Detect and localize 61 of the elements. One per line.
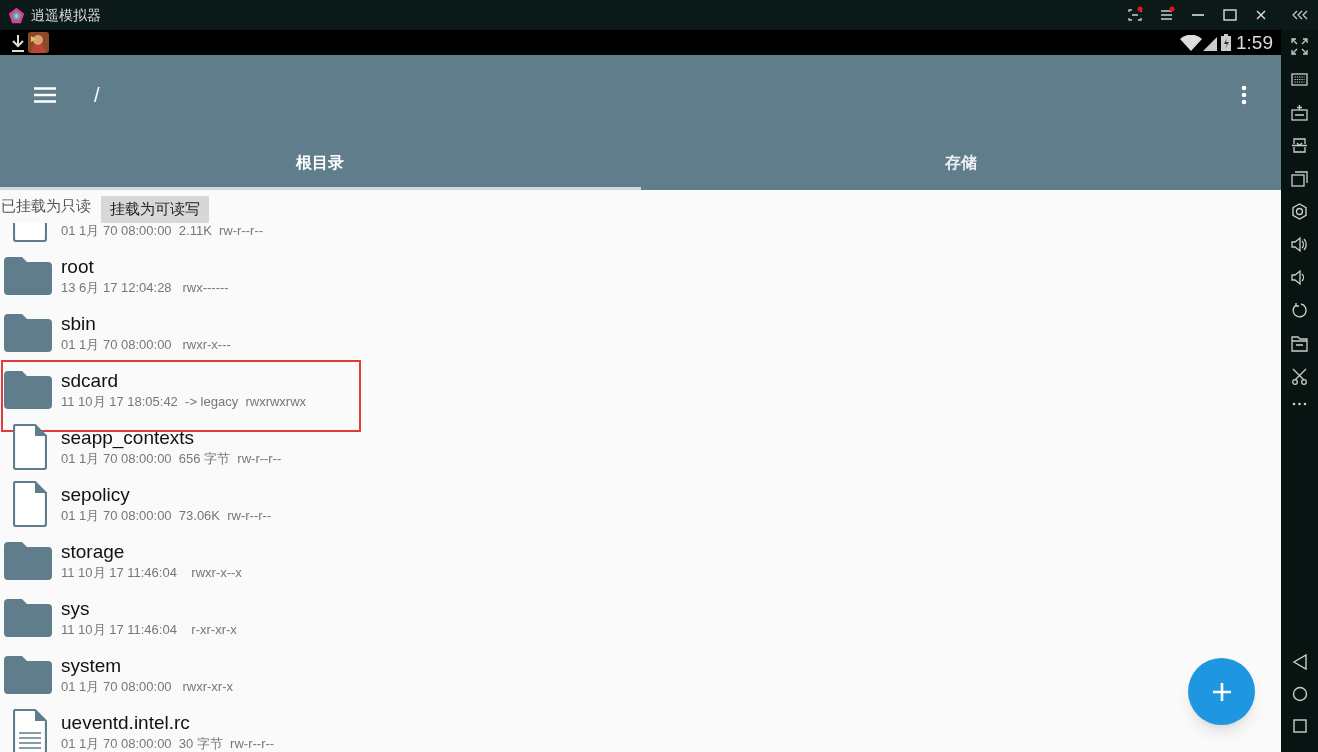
folder-icon <box>3 541 52 580</box>
install-package-icon[interactable] <box>1291 104 1308 121</box>
file-details: 11 10月 17 11:46:04 r-xr-xr-x <box>61 620 237 639</box>
file-details: 11 10月 17 11:46:04 rwxr-x--x <box>61 563 242 582</box>
scissors-icon[interactable] <box>1291 368 1308 385</box>
file-details: 01 1月 70 08:00:00 656 字节 rw-r--r-- <box>61 449 282 468</box>
more-options-icon[interactable] <box>1241 85 1247 105</box>
file-name: sys <box>61 596 91 621</box>
folder-icon <box>3 655 52 694</box>
file-name: seapp_contexts <box>61 425 196 450</box>
fullscreen-icon[interactable] <box>1291 38 1308 55</box>
file-name: sdcard <box>61 368 120 393</box>
folder-icon[interactable] <box>1291 335 1308 352</box>
add-button[interactable] <box>1188 658 1255 725</box>
file-name: sbin <box>61 311 97 336</box>
back-icon[interactable] <box>1291 654 1308 670</box>
folder-icon <box>3 256 52 295</box>
maximize-icon[interactable] <box>1222 7 1238 23</box>
folder-icon <box>3 370 52 409</box>
tab[interactable]: 存储 <box>640 135 1281 190</box>
plus-icon <box>1212 682 1231 701</box>
file-details: 01 1月 70 08:00:00 rwxr-xr-x <box>61 677 233 696</box>
file-name: root <box>61 254 95 279</box>
recent-apps-icon[interactable] <box>1291 718 1308 734</box>
file-name: system <box>61 653 123 678</box>
file-name: sepolicy <box>61 482 131 507</box>
folder-icon <box>3 313 52 352</box>
close-icon[interactable] <box>1254 8 1268 22</box>
file-details: 01 1月 70 08:00:00 30 字节 rw-r--r-- <box>61 734 275 752</box>
folder-icon <box>3 598 52 637</box>
app-logo-icon <box>8 6 25 24</box>
file-details: 01 1月 70 08:00:00 rwxr-x--- <box>61 335 231 354</box>
screenshot-icon[interactable] <box>1126 6 1144 24</box>
file-details: 11 10月 17 18:05:42 -> legacy rwxrwxrwx <box>61 392 307 411</box>
menu-icon[interactable] <box>34 87 56 103</box>
volume-up-icon[interactable] <box>1291 236 1308 253</box>
file-icon <box>12 480 47 527</box>
collapse-icon[interactable] <box>1292 9 1310 21</box>
keyboard-icon[interactable] <box>1291 71 1308 88</box>
settings-icon[interactable] <box>1291 203 1308 220</box>
file-name: ueventd.intel.rc <box>61 710 191 735</box>
file-details: 13 6月 17 12:04:28 rwx------ <box>61 278 229 297</box>
multi-window-icon[interactable] <box>1291 170 1308 187</box>
battery-icon <box>1221 34 1231 51</box>
path-title: / <box>94 83 100 108</box>
file-details: 01 1月 70 08:00:00 2.11K rw-r--r-- <box>61 223 264 240</box>
wifi-icon <box>1180 34 1202 51</box>
sync-icon[interactable] <box>1291 137 1308 154</box>
more-icon[interactable] <box>1291 401 1308 407</box>
window-title: 逍遥模拟器 <box>31 5 101 25</box>
home-icon[interactable] <box>1291 686 1308 702</box>
mount-read-write-button[interactable]: 挂载为可读写 <box>101 196 209 223</box>
app-icon <box>28 32 49 53</box>
mount-status: 已挂载为只读 <box>1 196 91 217</box>
file-details: 01 1月 70 08:00:00 73.06K rw-r--r-- <box>61 506 272 525</box>
download-icon <box>11 33 25 52</box>
rotate-icon[interactable] <box>1291 302 1308 319</box>
file-icon <box>12 423 47 470</box>
file-name: storage <box>61 539 126 564</box>
tab[interactable]: 根目录 <box>0 135 641 190</box>
clock-time: 1:59 <box>1236 33 1273 52</box>
